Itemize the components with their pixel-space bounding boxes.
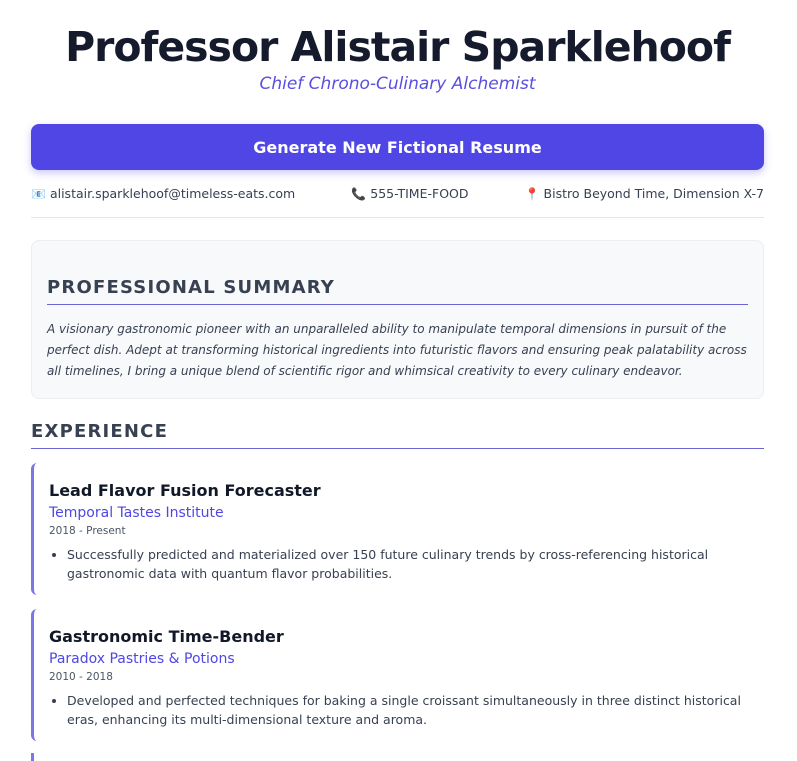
job-title: Gastronomic Time-Bender [49,627,284,646]
person-name: Professor Alistair Sparklehoof [65,23,731,71]
experience-heading: EXPERIENCE [31,421,764,449]
job-company: Temporal Tastes Institute [49,505,224,521]
job-company: Paradox Pastries & Potions [49,651,235,667]
contact-email: 📧 alistair.sparklehoof@timeless-eats.com [31,186,295,201]
resume-header: Professor Alistair Sparklehoof Chief Chr… [31,0,764,94]
email-text: alistair.sparklehoof@timeless-eats.com [49,186,296,201]
person-title: Chief Chrono-Culinary Alchemist [259,74,536,94]
job-dates: 2010 - 2018 [49,671,113,683]
generate-resume-button[interactable]: Generate New Fictional Resume [31,124,764,170]
location-pin-icon: 📍 [524,186,540,201]
job-entry: Gastronomic Time-Bender Paradox Pastries… [31,609,764,741]
contact-bar: 📧 alistair.sparklehoof@timeless-eats.com… [31,170,764,218]
resume-page: Professor Alistair Sparklehoof Chief Chr… [0,0,797,761]
email-icon: 📧 [31,186,46,201]
job-title: Lead Flavor Fusion Forecaster [49,481,321,500]
job-bullet: Successfully predicted and materialized … [67,545,749,583]
contact-phone: 📞 555-TIME-FOOD [351,186,468,201]
summary-heading: PROFESSIONAL SUMMARY [47,277,748,305]
job-bullet: Developed and perfected techniques for b… [67,691,749,729]
job-bullets: Developed and perfected techniques for b… [49,691,749,729]
next-job-entry-edge [31,753,37,761]
phone-icon: 📞 [351,186,367,201]
location-text: Bistro Beyond Time, Dimension X-7 [543,186,764,201]
job-entry: Lead Flavor Fusion Forecaster Temporal T… [31,463,764,595]
contact-location: 📍 Bistro Beyond Time, Dimension X-7 [525,186,764,201]
job-bullets: Successfully predicted and materialized … [49,545,749,583]
job-dates: 2018 - Present [49,525,126,537]
summary-text: A visionary gastronomic pioneer with an … [47,322,747,378]
phone-text: 555-TIME-FOOD [370,186,469,201]
summary-section: PROFESSIONAL SUMMARY A visionary gastron… [31,240,764,399]
